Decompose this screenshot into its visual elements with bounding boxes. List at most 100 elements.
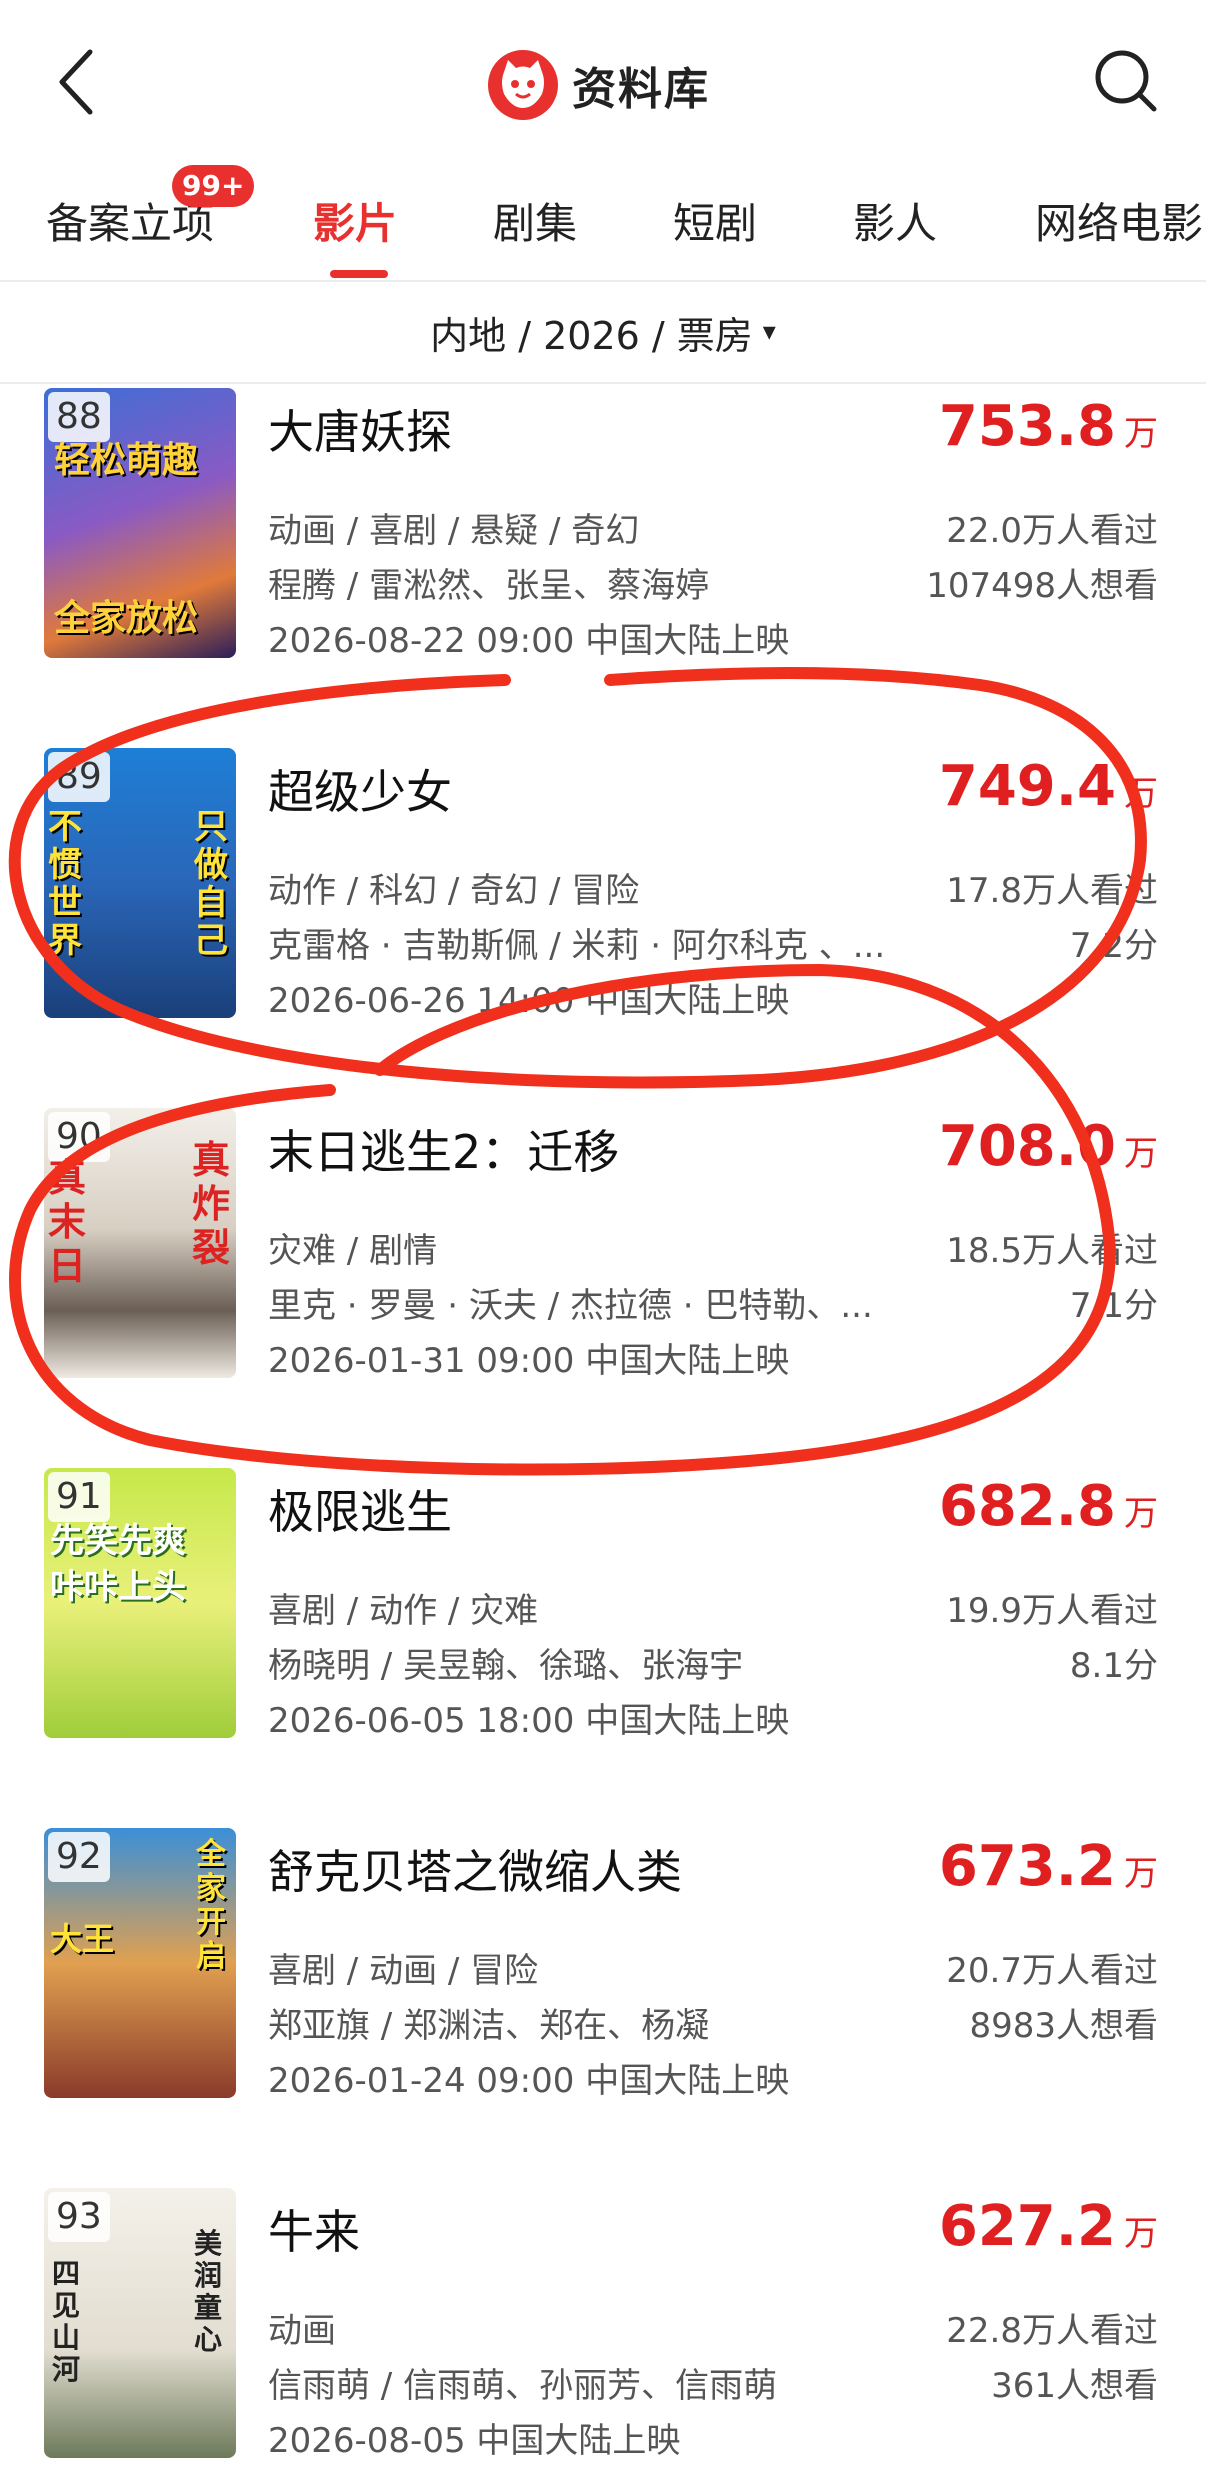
movie-title: 大唐妖探	[268, 405, 452, 459]
rank-badge: 92	[48, 1832, 110, 1882]
tab-series[interactable]: 剧集	[493, 190, 577, 251]
rank-badge: 90	[48, 1112, 110, 1162]
list-item[interactable]: 92 大王 全家开启 舒克贝塔之微缩人类 673.2 万 喜剧 / 动画 / 冒险…	[0, 1828, 1206, 2188]
watched-count: 20.7万人看过	[946, 1951, 1158, 1991]
divider	[0, 382, 1206, 384]
poster-tagline: 全家开启	[196, 1837, 226, 1974]
movie-genres: 动画 / 喜剧 / 悬疑 / 奇幻	[268, 511, 640, 551]
movie-release: 2026-01-31 09:00 中国大陆上映	[268, 1341, 790, 1381]
tab-films[interactable]: 影片	[313, 190, 397, 251]
movie-release: 2026-01-24 09:00 中国大陆上映	[268, 2061, 790, 2101]
watched-count: 22.8万人看过	[946, 2311, 1158, 2351]
poster-tagline: 先笑先爽	[50, 1521, 186, 1561]
movie-title: 牛来	[268, 2205, 360, 2259]
watched-count: 19.9万人看过	[946, 1591, 1158, 1631]
movie-genres: 动画	[268, 2311, 336, 2351]
poster-tagline: 真末日	[48, 1156, 87, 1288]
movie-poster: 90 真末日 真炸裂	[44, 1108, 236, 1378]
search-icon	[1095, 50, 1157, 112]
watched-count: 22.0万人看过	[946, 511, 1158, 551]
movie-genres: 动作 / 科幻 / 奇幻 / 冒险	[268, 871, 640, 911]
filter-selector[interactable]: 内地 / 2026 / 票房 ▾	[0, 282, 1206, 382]
poster-tagline: 咔咔上头	[50, 1567, 186, 1607]
movie-release: 2026-06-26 14:00 中国大陆上映	[268, 981, 790, 1021]
box-office-unit: 万	[1124, 1854, 1158, 1894]
page-title: 资料库	[572, 64, 710, 115]
search-button[interactable]	[1090, 45, 1162, 117]
movie-release: 2026-08-05 中国大陆上映	[268, 2421, 681, 2461]
list-item[interactable]: 89 不惯世界 只做自己 超级少女 749.4 万 动作 / 科幻 / 奇幻 / …	[0, 748, 1206, 1108]
filing-count-badge: 99+	[172, 165, 255, 207]
box-office-unit: 万	[1124, 1494, 1158, 1534]
movie-genres: 喜剧 / 动画 / 冒险	[268, 1951, 539, 1991]
box-office-value: 682.8	[938, 1474, 1116, 1539]
back-button[interactable]	[50, 42, 110, 122]
list-item[interactable]: 88 轻松萌趣 全家放松 大唐妖探 753.8 万 动画 / 喜剧 / 悬疑 / …	[0, 388, 1206, 748]
rating: 8.1分	[1069, 1646, 1158, 1686]
poster-tagline: 四见山河	[52, 2257, 81, 2386]
box-office-value: 627.2	[938, 2194, 1116, 2259]
box-office-unit: 万	[1124, 414, 1158, 454]
want-count: 8983人想看	[969, 2006, 1158, 2046]
tab-short-drama[interactable]: 短剧	[673, 190, 757, 251]
movie-genres: 灾难 / 剧情	[268, 1231, 438, 1271]
want-count: 361人想看	[991, 2366, 1158, 2406]
movie-people: 杨晓明 / 吴昱翰、徐璐、张海宇	[268, 1646, 744, 1686]
rank-badge: 88	[48, 392, 110, 442]
poster-tagline: 真炸裂	[192, 1138, 231, 1270]
box-office-unit: 万	[1124, 2214, 1158, 2254]
top-bar: 资料库	[0, 0, 1206, 160]
box-office: 673.2 万	[939, 1834, 1158, 1899]
movie-people: 郑亚旗 / 郑渊洁、郑在、杨凝	[268, 2006, 710, 2046]
rating: 7.1分	[1069, 1286, 1158, 1326]
movie-poster: 88 轻松萌趣 全家放松	[44, 388, 236, 658]
list-item[interactable]: 91 先笑先爽 咔咔上头 极限逃生 682.8 万 喜剧 / 动作 / 灾难 杨晓…	[0, 1468, 1206, 1828]
rank-badge: 89	[48, 752, 110, 802]
poster-tagline: 不惯世界	[48, 807, 82, 961]
movie-poster: 91 先笑先爽 咔咔上头	[44, 1468, 236, 1738]
box-office-value: 673.2	[938, 1834, 1116, 1899]
movie-people: 信雨萌 / 信雨萌、孙丽芳、信雨萌	[268, 2366, 778, 2406]
cat-logo-icon	[488, 50, 558, 120]
rank-badge: 91	[48, 1472, 110, 1522]
chevron-left-icon	[59, 49, 93, 115]
movie-title: 舒克贝塔之微缩人类	[268, 1845, 682, 1899]
box-office-value: 708.0	[938, 1114, 1116, 1179]
movie-poster: 93 四见山河 美润童心	[44, 2188, 236, 2458]
poster-tagline: 大王	[50, 1920, 115, 1958]
movie-people: 程腾 / 雷淞然、张呈、蔡海婷	[268, 566, 710, 606]
rating: 7.2分	[1069, 926, 1158, 966]
box-office: 682.8 万	[939, 1474, 1158, 1539]
tab-web-movies[interactable]: 网络电影	[1035, 190, 1203, 251]
watched-count: 17.8万人看过	[946, 871, 1158, 911]
movie-genres: 喜剧 / 动作 / 灾难	[268, 1591, 539, 1631]
movie-release: 2026-08-22 09:00 中国大陆上映	[268, 621, 790, 661]
movie-people: 克雷格 · 吉勒斯佩 / 米莉 · 阿尔科克 、...	[268, 926, 886, 966]
box-office-unit: 万	[1124, 1134, 1158, 1174]
box-office: 627.2 万	[939, 2194, 1158, 2259]
movie-release: 2026-06-05 18:00 中国大陆上映	[268, 1701, 790, 1741]
filter-label: 内地 / 2026 / 票房	[430, 313, 753, 358]
movie-poster: 92 大王 全家开启	[44, 1828, 236, 2098]
watched-count: 18.5万人看过	[946, 1231, 1158, 1271]
movie-title: 极限逃生	[268, 1485, 452, 1539]
rank-badge: 93	[48, 2192, 110, 2242]
box-office-unit: 万	[1124, 774, 1158, 814]
poster-tagline: 只做自己	[194, 807, 228, 961]
box-office: 708.0 万	[939, 1114, 1158, 1179]
box-office: 749.4 万	[939, 754, 1158, 819]
movie-people: 里克 · 罗曼 · 沃夫 / 杰拉德 · 巴特勒、...	[268, 1286, 873, 1326]
page-title-group: 资料库	[488, 45, 710, 125]
box-office-value: 749.4	[938, 754, 1116, 819]
tab-people[interactable]: 影人	[853, 190, 937, 251]
caret-down-icon: ▾	[762, 317, 776, 347]
box-office: 753.8 万	[939, 394, 1158, 459]
active-tab-indicator	[330, 270, 388, 278]
movie-title: 超级少女	[268, 765, 452, 819]
poster-tagline: 美润童心	[194, 2227, 223, 2356]
list-item[interactable]: 93 四见山河 美润童心 牛来 627.2 万 动画 信雨萌 / 信雨萌、孙丽芳、…	[0, 2188, 1206, 2471]
movie-poster: 89 不惯世界 只做自己	[44, 748, 236, 1018]
list-item[interactable]: 90 真末日 真炸裂 末日逃生2：迁移 708.0 万 灾难 / 剧情 里克 · …	[0, 1108, 1206, 1468]
movie-title: 末日逃生2：迁移	[268, 1125, 620, 1179]
want-count: 107498人想看	[926, 566, 1158, 606]
